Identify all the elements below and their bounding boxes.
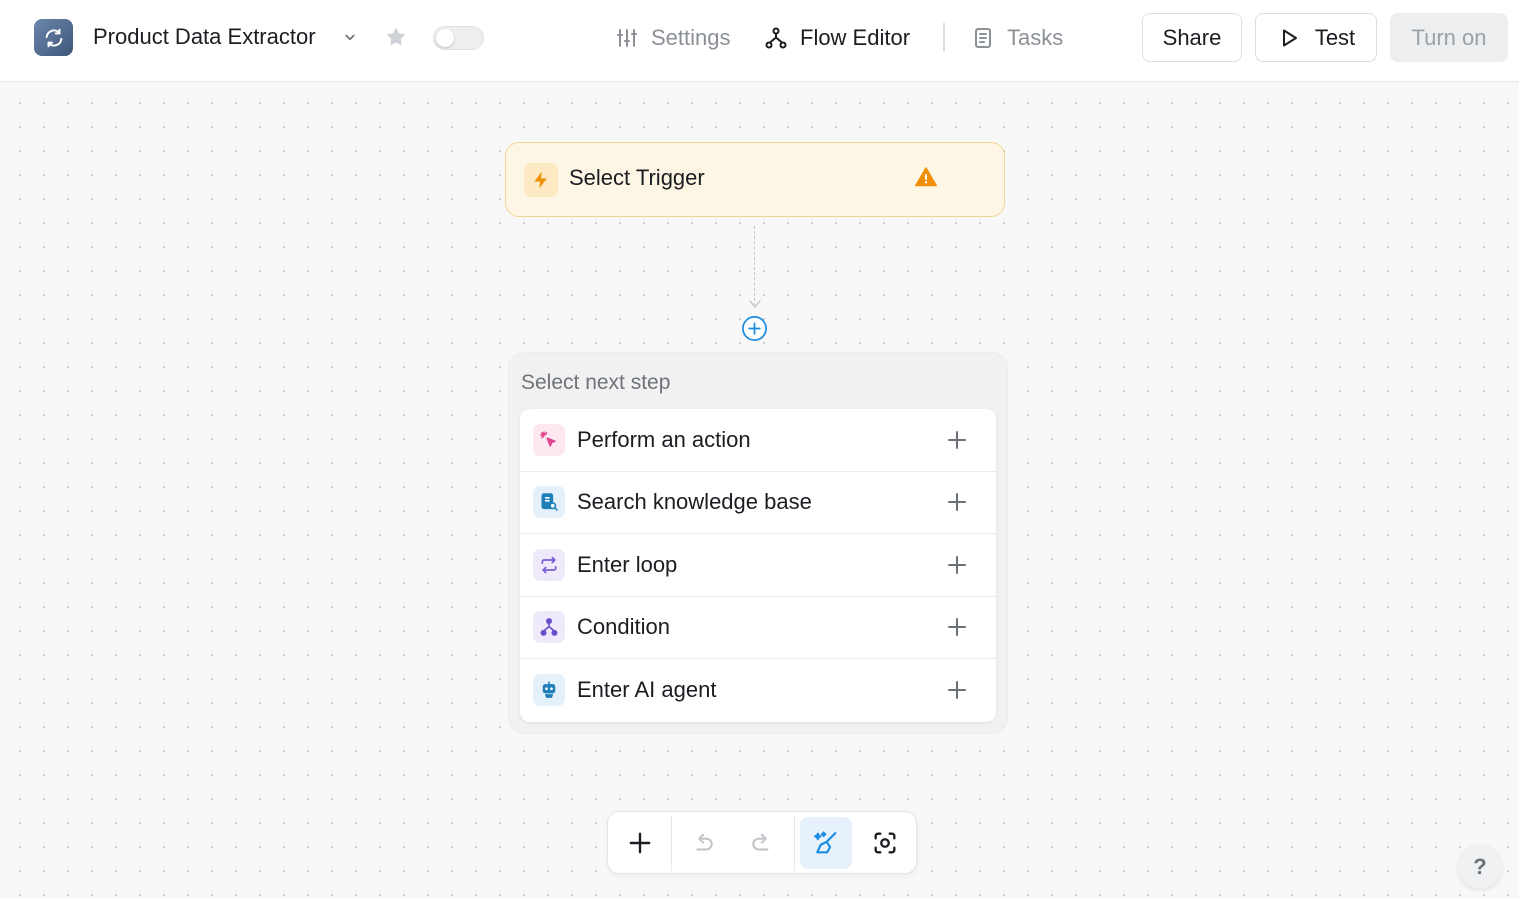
- loop-icon: [533, 548, 565, 581]
- undo-icon: [696, 833, 713, 851]
- step-option-enter-ai-agent[interactable]: Enter AI agent: [520, 659, 996, 722]
- toolbar-divider: [671, 816, 672, 871]
- flow-icon: [764, 26, 788, 50]
- focus-button[interactable]: [859, 817, 911, 869]
- step-option-enter-loop[interactable]: Enter loop: [520, 534, 996, 597]
- step-option-search-knowledge-base[interactable]: Search knowledge base: [520, 472, 996, 534]
- add-icon: [629, 832, 651, 854]
- plus-icon[interactable]: [945, 490, 969, 514]
- bolt-icon: [524, 163, 558, 197]
- trigger-label: Select Trigger: [569, 165, 705, 190]
- canvas-toolbar: [607, 811, 917, 874]
- refresh-icon: [45, 28, 62, 47]
- plus-icon[interactable]: [945, 553, 969, 577]
- help-button[interactable]: ?: [1458, 845, 1502, 889]
- redo-button[interactable]: [736, 817, 788, 869]
- branch-icon: [533, 611, 565, 644]
- test-button-label: Test: [1314, 24, 1356, 50]
- add-step-icon[interactable]: [741, 315, 768, 342]
- auto-layout-button[interactable]: [800, 817, 852, 869]
- turn-on-button[interactable]: Turn on: [1390, 13, 1508, 62]
- test-button[interactable]: Test: [1255, 13, 1377, 62]
- plus-icon[interactable]: [945, 615, 969, 639]
- app-logo[interactable]: [34, 19, 73, 56]
- plus-icon[interactable]: [945, 678, 969, 702]
- turn-on-button-label: Turn on: [1411, 24, 1487, 50]
- focus-icon: [874, 832, 896, 854]
- star-icon[interactable]: [383, 24, 409, 50]
- document-icon: [971, 26, 995, 50]
- tab-tasks-label: Tasks: [1007, 25, 1064, 50]
- step-option-perform-action[interactable]: Perform an action: [520, 409, 996, 472]
- redo-icon: [752, 833, 769, 851]
- tab-settings-label: Settings: [651, 25, 731, 50]
- step-option-label: Enter AI agent: [577, 677, 717, 703]
- toggle-knob: [436, 29, 454, 47]
- tab-settings[interactable]: Settings: [615, 22, 731, 54]
- tab-flow-editor-label: Flow Editor: [800, 25, 911, 50]
- tab-flow-editor[interactable]: Flow Editor: [764, 22, 910, 54]
- play-icon: [1277, 26, 1301, 50]
- next-step-heading: Select next step: [521, 371, 671, 394]
- sliders-icon: [615, 26, 639, 50]
- cursor-click-icon: [533, 423, 565, 456]
- share-button-label: Share: [1162, 24, 1222, 50]
- step-option-label: Search knowledge base: [577, 489, 812, 515]
- next-step-panel: Select next step Perform an action Searc…: [508, 352, 1008, 734]
- connector-line: [754, 226, 755, 306]
- arrow-down-icon: [749, 300, 761, 309]
- warning-icon: [915, 167, 937, 187]
- chevron-down-icon[interactable]: [341, 28, 359, 46]
- share-button[interactable]: Share: [1142, 13, 1242, 62]
- toolbar-divider: [794, 816, 795, 871]
- step-option-label: Enter loop: [577, 551, 678, 577]
- auto-layout-icon: [814, 831, 837, 854]
- step-option-label: Perform an action: [577, 426, 751, 452]
- undo-button[interactable]: [677, 817, 729, 869]
- next-step-list: Perform an action Search knowledge base …: [520, 409, 996, 722]
- top-bar: Product Data Extractor Settings Flow Edi…: [0, 0, 1519, 82]
- app-title[interactable]: Product Data Extractor: [93, 24, 316, 50]
- flow-enabled-toggle[interactable]: [433, 26, 484, 50]
- plus-icon[interactable]: [945, 428, 969, 452]
- trigger-node[interactable]: Select Trigger: [505, 142, 1005, 217]
- add-button[interactable]: [614, 817, 666, 869]
- step-option-label: Condition: [577, 614, 670, 640]
- help-label: ?: [1473, 854, 1487, 879]
- tab-tasks[interactable]: Tasks: [971, 22, 1063, 54]
- nav-divider: [943, 23, 945, 51]
- knowledge-base-icon: [533, 486, 565, 519]
- step-option-condition[interactable]: Condition: [520, 597, 996, 659]
- robot-icon: [533, 674, 565, 707]
